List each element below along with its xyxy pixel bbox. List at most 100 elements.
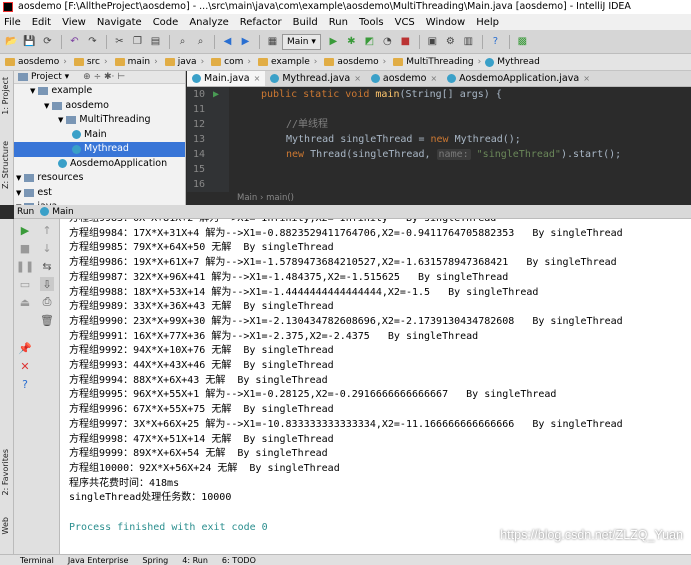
coverage-icon[interactable]: ◩ <box>361 33 378 50</box>
debug-icon[interactable]: ✱ <box>343 33 360 50</box>
project-view-select[interactable]: Project ▾ <box>31 72 69 82</box>
expand-arrow-icon[interactable]: ▼ <box>58 113 63 128</box>
project-tree-item[interactable]: ▼ MultiThreading <box>14 113 185 128</box>
menu-item-help[interactable]: Help <box>476 17 499 28</box>
code-token: public static void <box>261 89 376 100</box>
editor-breadcrumb[interactable]: Main › main() <box>187 192 691 205</box>
close-tab-icon[interactable]: × <box>583 74 590 83</box>
tab-label: Mythread.java <box>282 73 351 84</box>
help-icon[interactable]: ? <box>487 33 504 50</box>
project-tree-item[interactable]: Main <box>14 128 185 143</box>
project-tree-item[interactable]: ▼ est <box>14 186 185 201</box>
paste-icon[interactable]: ▤ <box>147 33 164 50</box>
soft-wrap-icon[interactable]: ⇆ <box>40 259 54 273</box>
menu-item-file[interactable]: File <box>4 17 21 28</box>
print-icon[interactable]: ⎙ <box>40 295 54 309</box>
run-icon[interactable]: ▶ <box>325 33 342 50</box>
expand-arrow-icon[interactable]: ▼ <box>16 186 21 201</box>
menu-item-edit[interactable]: Edit <box>32 17 51 28</box>
run-gutter-icon[interactable]: ▶ <box>213 87 219 102</box>
clear-all-icon[interactable]: 🗑 <box>40 313 54 327</box>
breadcrumb-item[interactable]: Mythread <box>485 57 540 67</box>
profile-icon[interactable]: ◔ <box>379 33 396 50</box>
dump-threads-icon[interactable]: ▭ <box>18 277 32 291</box>
menu-item-tools[interactable]: Tools <box>359 17 384 28</box>
find-icon[interactable]: ⌕ <box>174 33 191 50</box>
open-folder-icon[interactable]: 📂 <box>3 33 20 50</box>
breadcrumb-item[interactable]: src <box>71 57 100 67</box>
tool-window-button[interactable]: 4: Run <box>182 556 208 565</box>
scroll-to-end-icon[interactable]: ⇩ <box>40 277 54 291</box>
tool-window-button[interactable]: Java Enterprise <box>68 556 129 565</box>
terminal-icon[interactable]: ▩ <box>514 33 531 50</box>
sync-icon[interactable]: ⟳ <box>39 33 56 50</box>
stop-icon[interactable]: ■ <box>18 241 32 255</box>
save-all-icon[interactable]: 💾 <box>21 33 38 50</box>
menu-item-view[interactable]: View <box>62 17 86 28</box>
expand-arrow-icon[interactable]: ▼ <box>16 171 21 186</box>
close-icon[interactable]: ✕ <box>18 359 32 373</box>
breadcrumb-item[interactable]: aosdemo <box>2 57 59 67</box>
breadcrumb-item[interactable]: com <box>208 57 243 67</box>
editor-tab[interactable]: Mythread.java × <box>265 71 366 86</box>
editor-tab[interactable]: AosdemoApplication.java × <box>442 71 595 86</box>
breadcrumb-item[interactable]: java <box>162 57 197 67</box>
undo-icon[interactable]: ↶ <box>66 33 83 50</box>
close-tab-icon[interactable]: × <box>254 74 261 83</box>
menu-item-analyze[interactable]: Analyze <box>189 17 228 28</box>
cut-icon[interactable]: ✂ <box>111 33 128 50</box>
help-icon[interactable]: ? <box>18 377 32 391</box>
close-tab-icon[interactable]: × <box>430 74 437 83</box>
project-tool-button[interactable]: 1: Project <box>1 77 10 115</box>
pin-icon[interactable]: 📌 <box>18 341 32 355</box>
run-configuration-select[interactable]: Main ▾ <box>282 33 321 50</box>
project-tree-item[interactable]: Mythread <box>14 142 185 157</box>
expand-arrow-icon[interactable]: ▼ <box>30 84 35 99</box>
sdk-icon[interactable]: ▥ <box>460 33 477 50</box>
menu-item-vcs[interactable]: VCS <box>395 17 415 28</box>
breadcrumb-item[interactable]: MultiThreading <box>390 57 474 67</box>
settings-icon[interactable]: ⚙ <box>442 33 459 50</box>
expand-arrow-icon[interactable]: ▼ <box>44 99 49 114</box>
breadcrumb-item[interactable]: main <box>112 57 150 67</box>
code-editor[interactable]: 10 11 12 13 14 15 16 ▶ public static void main(… <box>187 87 691 192</box>
close-tab-icon[interactable]: × <box>354 74 361 83</box>
project-tree-item[interactable]: ▼ example <box>14 84 185 99</box>
project-tree-item[interactable]: AosdemoApplication <box>14 157 185 172</box>
favorites-tool-button[interactable]: 2: Favorites <box>1 449 10 495</box>
rerun-icon[interactable]: ▶ <box>18 223 32 237</box>
exit-icon[interactable]: ⏏ <box>18 295 32 309</box>
down-icon[interactable]: ↓ <box>40 241 54 255</box>
pause-icon[interactable]: ❚❚ <box>16 259 34 273</box>
copy-icon[interactable]: ❐ <box>129 33 146 50</box>
menu-item-run[interactable]: Run <box>329 17 348 28</box>
project-panel-actions[interactable]: ⊕ ÷ ✱· ⊢ <box>83 72 125 82</box>
breadcrumb-item[interactable]: example <box>255 57 310 67</box>
replace-icon[interactable]: ⌕ <box>192 33 209 50</box>
menu-item-window[interactable]: Window <box>426 17 465 28</box>
structure-tool-button[interactable]: Z: Structure <box>1 141 10 189</box>
breadcrumb-item[interactable]: aosdemo <box>321 57 379 67</box>
tool-window-button[interactable]: 6: TODO <box>222 556 256 565</box>
stop-icon[interactable]: ■ <box>397 33 414 50</box>
menu-item-build[interactable]: Build <box>293 17 318 28</box>
forward-icon[interactable]: ▶ <box>237 33 254 50</box>
project-tree-item[interactable]: ▼ resources <box>14 171 185 186</box>
editor-tab[interactable]: Main.java × <box>187 71 266 86</box>
menu-item-refactor[interactable]: Refactor <box>240 17 282 28</box>
run-panel-label: Run <box>17 206 35 217</box>
menu-item-code[interactable]: Code <box>153 17 179 28</box>
back-icon[interactable]: ◀ <box>219 33 236 50</box>
menu-item-navigate[interactable]: Navigate <box>97 17 142 28</box>
tool-window-button[interactable]: Terminal <box>20 556 54 565</box>
editor-tab[interactable]: aosdemo × <box>366 71 442 86</box>
project-tree-item[interactable]: ▼ aosdemo <box>14 99 185 114</box>
run-tab-main[interactable]: Main <box>40 207 74 217</box>
tool-window-button[interactable]: Spring <box>142 556 168 565</box>
project-structure-icon[interactable]: ▣ <box>424 33 441 50</box>
run-console[interactable]: Process finished with exit code 0 singleT… <box>60 219 691 554</box>
up-icon[interactable]: ↑ <box>40 223 54 237</box>
redo-icon[interactable]: ↷ <box>84 33 101 50</box>
build-icon[interactable]: ▦ <box>264 33 281 50</box>
web-tool-button[interactable]: Web <box>1 517 10 534</box>
